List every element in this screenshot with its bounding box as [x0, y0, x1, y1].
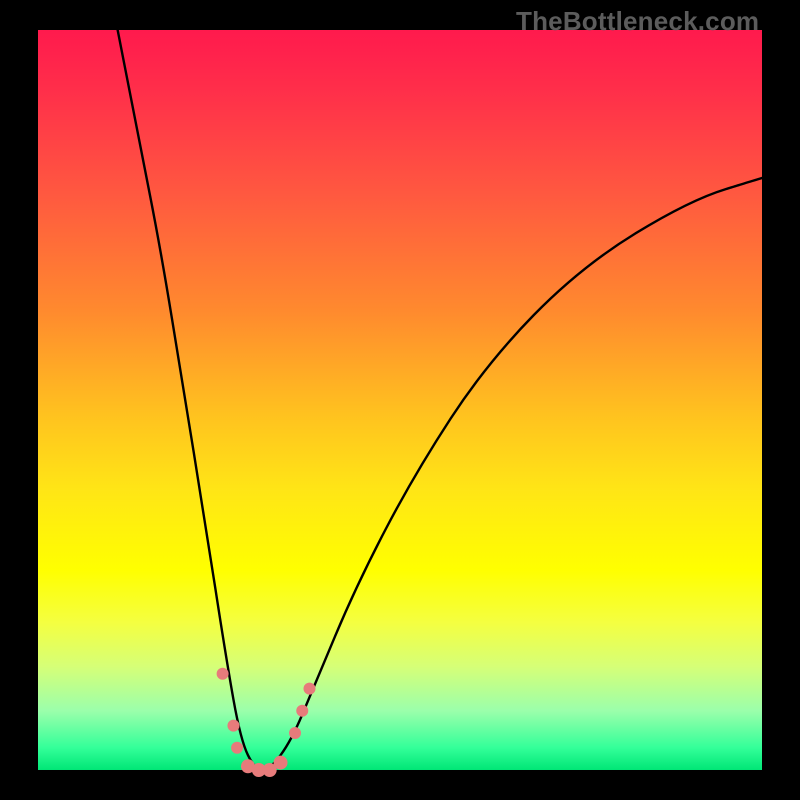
data-marker	[289, 727, 301, 739]
chart-frame: TheBottleneck.com	[0, 0, 800, 800]
data-marker	[304, 683, 316, 695]
data-marker	[296, 705, 308, 717]
bottleneck-curve	[118, 30, 762, 770]
data-marker	[217, 668, 229, 680]
data-marker	[231, 742, 243, 754]
data-marker	[274, 756, 288, 770]
data-marker	[227, 720, 239, 732]
chart-svg	[0, 0, 800, 800]
